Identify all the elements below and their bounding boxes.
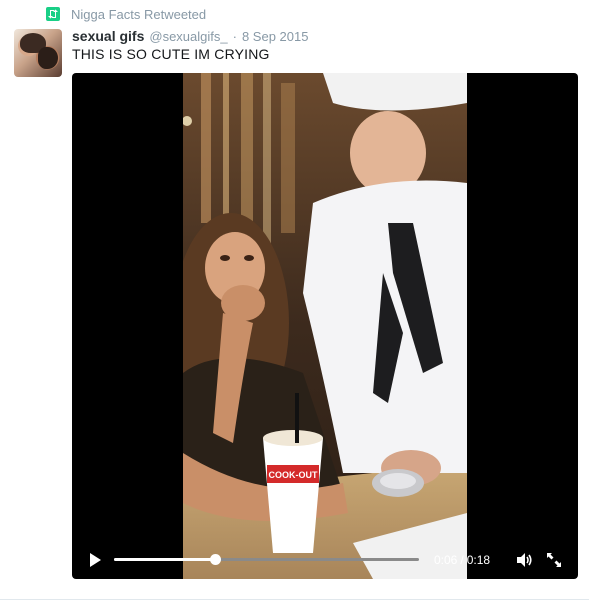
tweet-card[interactable]: Nigga Facts Retweeted sexual gifs @sexua…: [0, 0, 589, 600]
time-total: 0:18: [466, 553, 491, 567]
tweet-header: sexual gifs @sexualgifs_ · 8 Sep 2015: [72, 28, 308, 44]
video-player[interactable]: COOK-OUT 0:06 / 0:18: [72, 73, 578, 579]
author-screen-name[interactable]: @sexualgifs_: [149, 29, 227, 44]
time-display: 0:06 / 0:18: [434, 553, 490, 567]
tweet-timestamp[interactable]: 8 Sep 2015: [242, 29, 309, 44]
author-fullname[interactable]: sexual gifs: [72, 28, 144, 44]
video-controls: 0:06 / 0:18: [72, 541, 578, 579]
retweet-icon: [46, 7, 60, 21]
retweet-context: Nigga Facts Retweeted: [46, 6, 206, 22]
avatar[interactable]: [14, 29, 62, 77]
retweet-label[interactable]: Nigga Facts Retweeted: [71, 7, 206, 22]
progress-bar[interactable]: [114, 554, 419, 565]
cup-brand: COOK-OUT: [269, 470, 318, 480]
time-separator: /: [460, 553, 464, 567]
time-current: 0:06: [434, 553, 458, 567]
volume-icon[interactable]: [515, 551, 533, 569]
header-separator: ·: [232, 29, 237, 44]
fullscreen-icon[interactable]: [545, 551, 563, 569]
video-frame[interactable]: COOK-OUT: [183, 73, 467, 579]
progress-handle[interactable]: [209, 554, 221, 565]
progress-fill: [114, 558, 215, 561]
video-still: COOK-OUT: [183, 73, 467, 579]
tweet-text: THIS IS SO CUTE IM CRYING: [72, 46, 270, 62]
play-icon[interactable]: [86, 551, 104, 569]
